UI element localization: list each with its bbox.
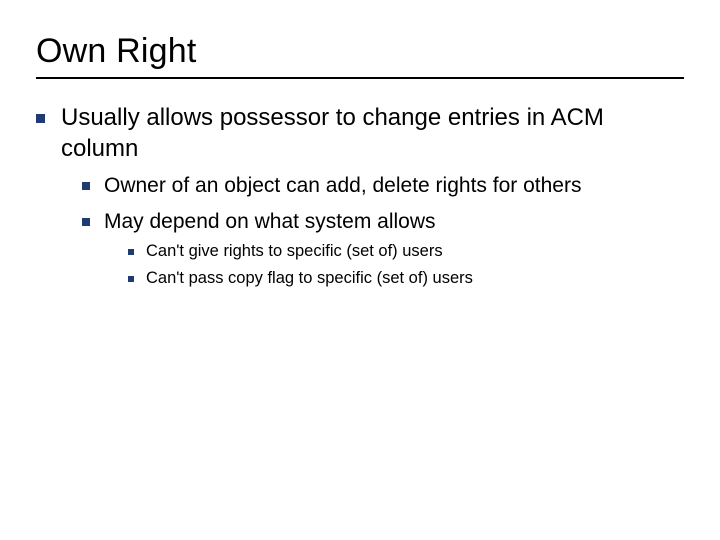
square-bullet-icon: [36, 114, 45, 123]
slide: Own Right Usually allows possessor to ch…: [0, 0, 720, 290]
title-divider: [36, 77, 684, 79]
bullet-level3: Can't give rights to specific (set of) u…: [128, 241, 684, 262]
bullet-level2: May depend on what system allows: [82, 208, 684, 235]
square-bullet-icon: [82, 182, 90, 190]
slide-title: Own Right: [36, 32, 684, 71]
bullet-level2: Owner of an object can add, delete right…: [82, 172, 684, 199]
bullet-text: Can't give rights to specific (set of) u…: [146, 241, 443, 262]
bullet-level3: Can't pass copy flag to specific (set of…: [128, 268, 684, 289]
bullet-text: Can't pass copy flag to specific (set of…: [146, 268, 473, 289]
square-bullet-icon: [82, 218, 90, 226]
bullet-text: Owner of an object can add, delete right…: [104, 172, 581, 199]
bullet-level1: Usually allows possessor to change entri…: [36, 103, 684, 164]
square-bullet-icon: [128, 249, 134, 255]
sub-bullets: Owner of an object can add, delete right…: [36, 172, 684, 289]
bullet-text: May depend on what system allows: [104, 208, 436, 235]
square-bullet-icon: [128, 276, 134, 282]
bullet-text: Usually allows possessor to change entri…: [61, 103, 684, 164]
